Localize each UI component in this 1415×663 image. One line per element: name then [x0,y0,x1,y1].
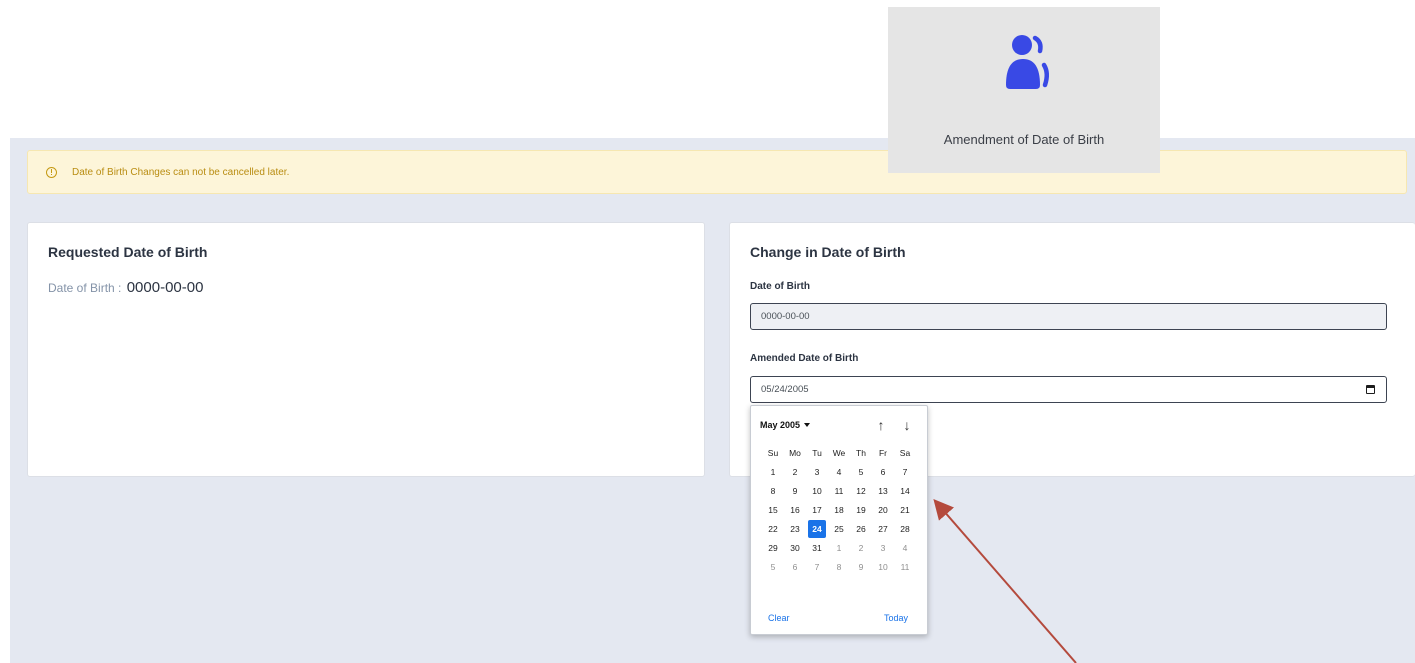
calendar-day[interactable]: 3 [806,463,828,482]
calendar-day[interactable]: 6 [784,558,806,577]
calendar-day[interactable]: 26 [850,520,872,539]
calendar-day[interactable]: 3 [872,539,894,558]
dob-value: 0000-00-00 [126,279,204,296]
datepicker-popup: May 2005 ↑ ↓ Su Mo Tu We Th Fr Sa 1 2 3 4 5 6 7 8 9 10 11… [750,405,928,635]
alert-text: Date of Birth Changes can not be cancell… [72,166,290,178]
amended-dob-input[interactable]: 05/24/2005 [750,376,1387,403]
info-circle-icon [46,166,57,178]
calendar-day[interactable]: 11 [894,558,916,577]
requested-dob-line: Date of Birth : 0000-00-00 [48,279,203,296]
clear-button[interactable]: Clear [768,613,790,623]
calendar-day[interactable]: 4 [828,463,850,482]
feature-badge: Amendment of Date of Birth [888,7,1160,173]
calendar-day[interactable]: 8 [828,558,850,577]
card-title: Requested Date of Birth [48,244,208,260]
calendar-day[interactable]: 5 [762,558,784,577]
calendar-day[interactable]: 1 [762,463,784,482]
caret-down-icon [804,423,811,427]
today-button[interactable]: Today [884,613,908,623]
calendar-day[interactable]: 16 [784,501,806,520]
dob-field: 0000-00-00 [750,303,1387,330]
calendar-day[interactable]: 30 [784,539,806,558]
weekday-header: Sa [899,448,911,458]
calendar-day[interactable]: 20 [872,501,894,520]
calendar-day[interactable]: 18 [828,501,850,520]
calendar-day[interactable]: 8 [762,482,784,501]
calendar-day[interactable]: 29 [762,539,784,558]
weekday-header: Fr [878,448,888,458]
calendar-day[interactable]: 27 [872,520,894,539]
requested-dob-card: Requested Date of Birth Date of Birth : … [27,222,705,477]
calendar-day[interactable]: 10 [806,482,828,501]
calendar-grid: Su Mo Tu We Th Fr Sa 1 2 3 4 5 6 7 8 9 10 11 12 13 14 15 16 17 1… [762,444,916,577]
calendar-day[interactable]: 14 [894,482,916,501]
calendar-day[interactable]: 25 [828,520,850,539]
calendar-day-selected[interactable]: 24 [808,520,826,538]
calendar-day[interactable]: 19 [850,501,872,520]
dob-field-value: 0000-00-00 [761,311,810,322]
calendar-day[interactable]: 5 [850,463,872,482]
calendar-day[interactable]: 12 [850,482,872,501]
calendar-day[interactable]: 21 [894,501,916,520]
screen: Date of Birth Changes can not be cancell… [0,0,1415,663]
amended-dob-label: Amended Date of Birth [750,353,859,364]
calendar-day[interactable]: 17 [806,501,828,520]
calendar-day[interactable]: 9 [784,482,806,501]
weekday-header: Su [767,448,779,458]
user-icon [1006,35,1049,89]
month-year-label: May 2005 [760,420,801,430]
dob-label: Date of Birth : [48,281,122,295]
calendar-day[interactable]: 2 [850,539,872,558]
next-month-arrow-icon[interactable]: ↓ [900,417,914,433]
calendar-day[interactable]: 13 [872,482,894,501]
calendar-day[interactable]: 4 [894,539,916,558]
page-area: Date of Birth Changes can not be cancell… [10,138,1415,663]
weekday-header: Tu [812,448,822,458]
calendar-day[interactable]: 28 [894,520,916,539]
calendar-day[interactable]: 7 [894,463,916,482]
calendar-day[interactable]: 7 [806,558,828,577]
calendar-day[interactable]: 9 [850,558,872,577]
badge-label: Amendment of Date of Birth [943,132,1105,147]
calendar-icon[interactable] [1366,385,1375,394]
card-title: Change in Date of Birth [750,244,906,260]
warning-alert: Date of Birth Changes can not be cancell… [27,150,1407,194]
calendar-day[interactable]: 6 [872,463,894,482]
weekday-header: Th [856,448,866,458]
calendar-day[interactable]: 15 [762,501,784,520]
calendar-day[interactable]: 2 [784,463,806,482]
dob-field-label: Date of Birth [750,281,810,292]
previous-month-arrow-icon[interactable]: ↑ [874,417,888,433]
calendar-day[interactable]: 10 [872,558,894,577]
calendar-day[interactable]: 23 [784,520,806,539]
calendar-day[interactable]: 22 [762,520,784,539]
calendar-day[interactable]: 31 [806,539,828,558]
month-year-select[interactable]: May 2005 [760,420,811,430]
amended-dob-value: 05/24/2005 [761,384,809,395]
weekday-header: We [832,448,846,458]
weekday-header: Mo [789,448,801,458]
calendar-day[interactable]: 1 [828,539,850,558]
calendar-day[interactable]: 11 [828,482,850,501]
